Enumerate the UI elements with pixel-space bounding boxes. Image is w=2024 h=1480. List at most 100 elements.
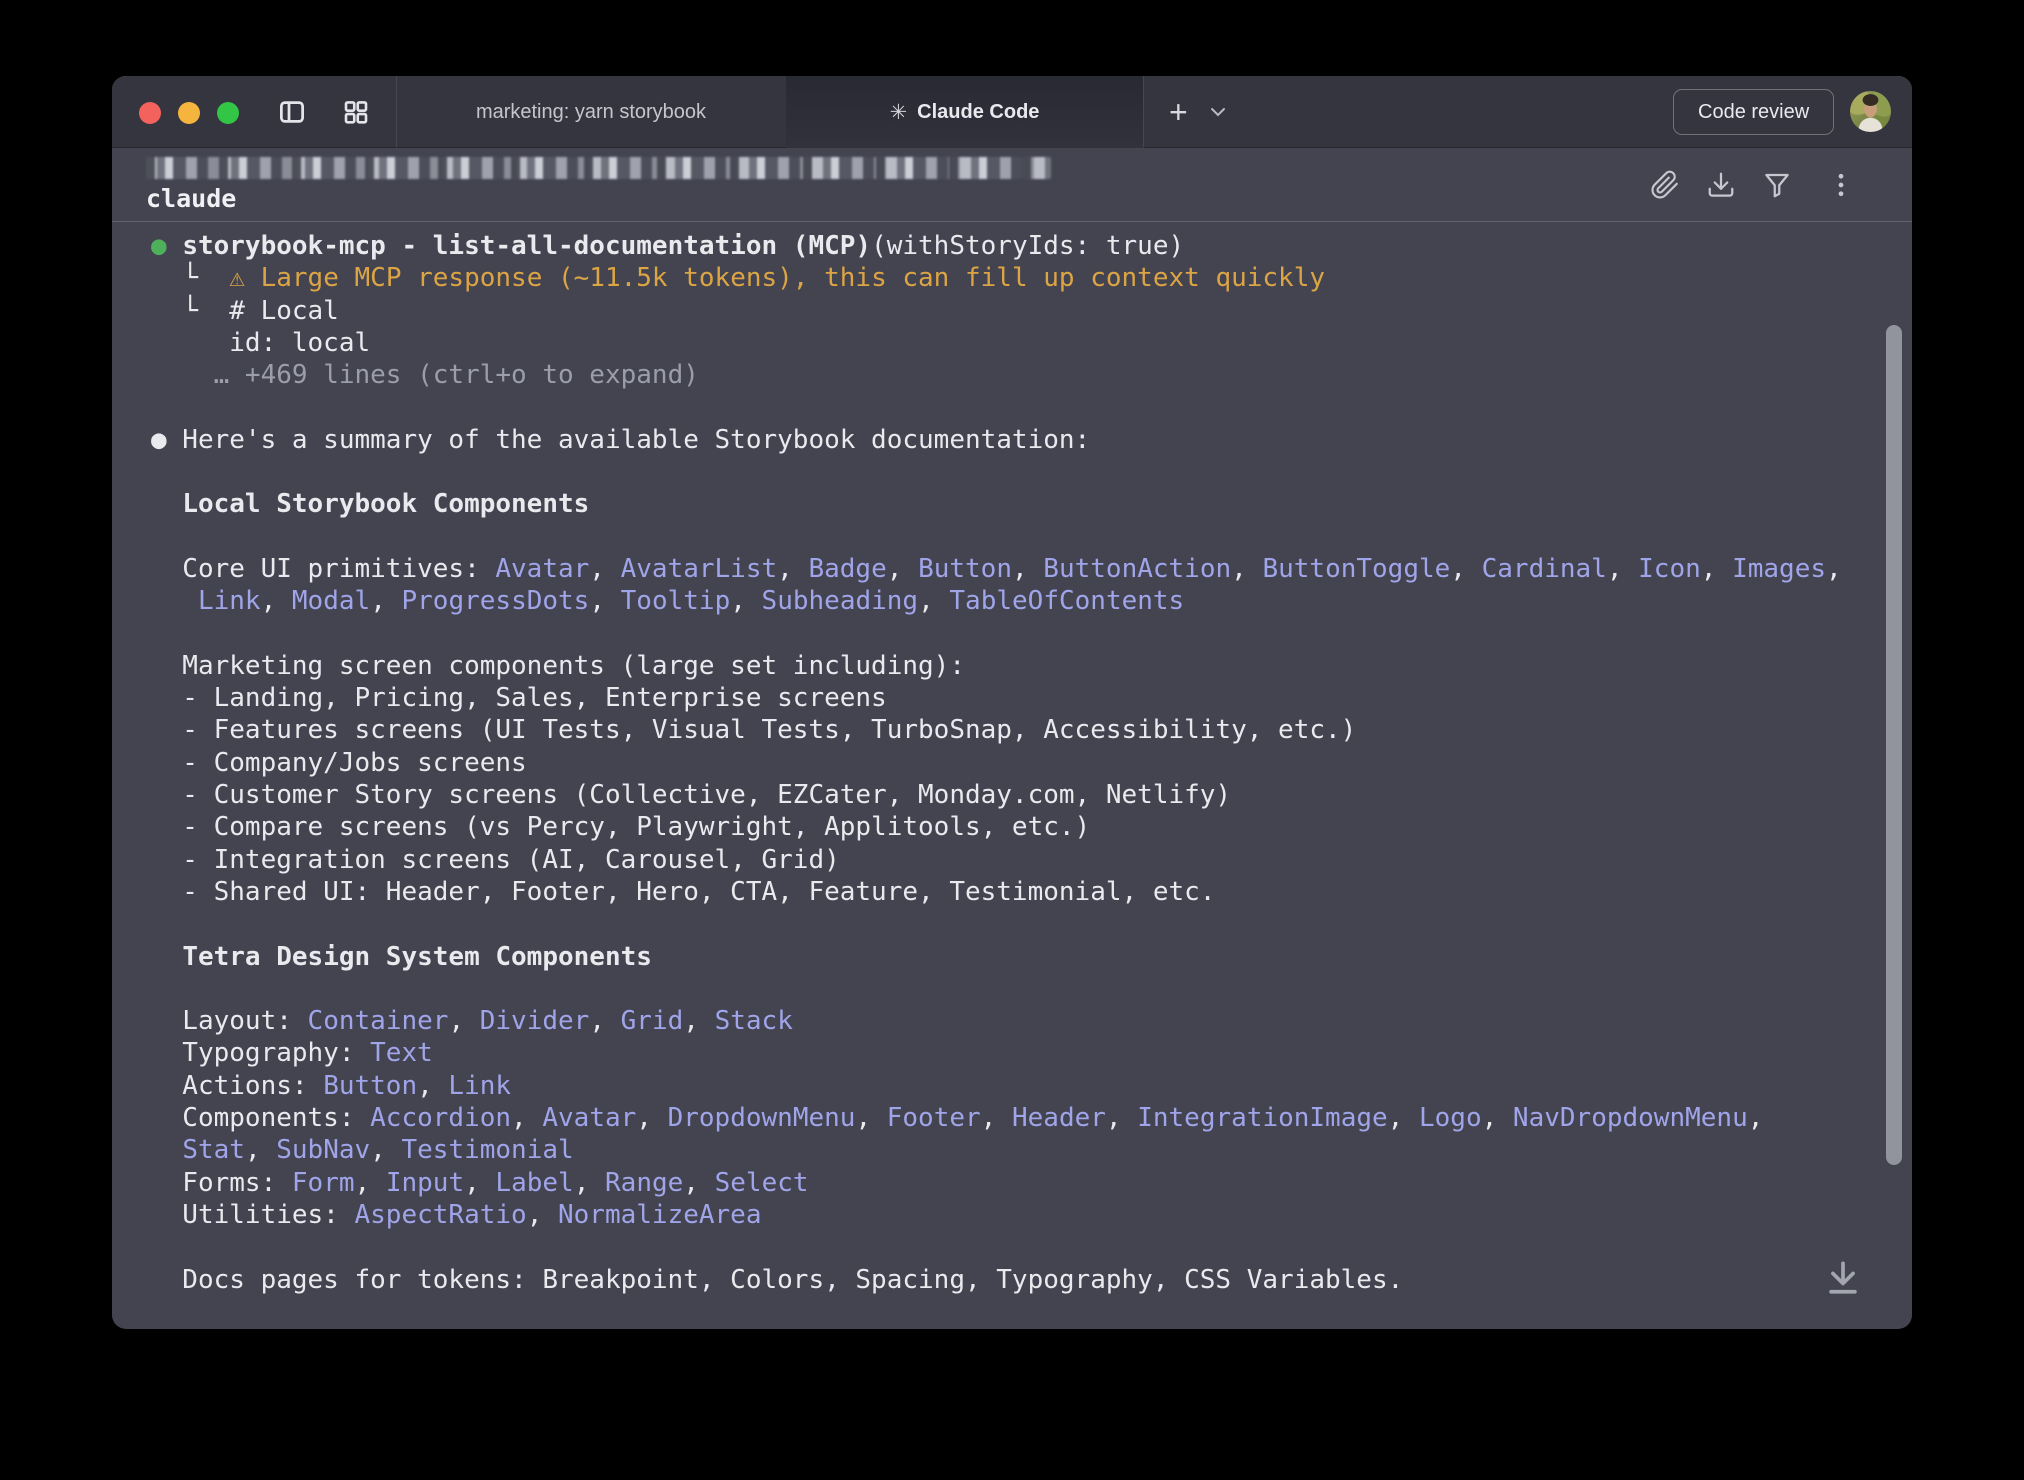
more-options-button[interactable] [1826,170,1856,200]
terminal-line: Docs pages for tokens: Breakpoint, Color… [151,1264,1872,1296]
minimize-button[interactable] [178,102,200,124]
component-link: TableOfContents [949,586,1184,616]
terminal-text: ⚠ Large MCP response (~11.5k tokens), th… [229,263,1325,293]
terminal-text [151,489,182,519]
component-link: Form [292,1168,355,1198]
tab-claude-code[interactable]: ✳ Claude Code [786,76,1143,148]
tab-list-button[interactable] [1210,105,1226,120]
terminal-text: , [527,1200,558,1230]
terminal-line: - Compare screens (vs Percy, Playwright,… [151,811,1872,843]
component-link: Tooltip [621,586,731,616]
component-link: Accordion [370,1103,511,1133]
terminal-text: , [589,554,620,584]
terminal-text: , [981,1103,1012,1133]
component-link: Button [323,1071,417,1101]
terminal-text: ● [151,231,182,261]
avatar[interactable] [1850,91,1891,132]
download-button[interactable] [1706,170,1736,200]
terminal-text: , [683,1006,714,1036]
sidebar-toggle-button[interactable] [277,97,307,127]
terminal-line: Marketing screen components (large set i… [151,650,1872,682]
component-link: Subheading [762,586,919,616]
terminal-line: Tetra Design System Components [151,941,1872,973]
scrollbar-thumb[interactable] [1886,325,1902,1165]
component-link: Badge [808,554,886,584]
terminal-text: , [1450,554,1481,584]
terminal-line: Layout: Container, Divider, Grid, Stack [151,1005,1872,1037]
terminal-line: - Landing, Pricing, Sales, Enterprise sc… [151,682,1872,714]
terminal-text: , [261,586,292,616]
terminal-line: - Customer Story screens (Collective, EZ… [151,779,1872,811]
session-header: claude [112,148,1912,222]
terminal-line: Link, Modal, ProgressDots, Tooltip, Subh… [151,585,1872,617]
scroll-to-bottom-button[interactable] [1821,1256,1865,1300]
terminal-line: └ # Local [151,295,1872,327]
terminal-line [151,973,1872,1005]
terminal-text: (withStoryIds: true) [871,231,1184,261]
component-link: Grid [621,1006,684,1036]
component-link: ButtonToggle [1262,554,1450,584]
tab-overview-button[interactable] [341,97,371,127]
component-link: Images [1732,554,1826,584]
terminal-text: , [1826,554,1842,584]
desktop: { "colors": { "window_bg": "#434450", "b… [0,0,2024,1480]
terminal-text: Docs pages for tokens: Breakpoint, Color… [151,1265,1403,1295]
terminal-line: Actions: Button, Link [151,1070,1872,1102]
close-button[interactable] [139,102,161,124]
terminal-text: - Customer Story screens (Collective, EZ… [151,780,1231,810]
terminal-line: id: local [151,327,1872,359]
terminal-text: , [370,586,401,616]
tab-label: marketing: yarn storybook [476,101,706,124]
terminal-text: Forms: [151,1168,292,1198]
terminal-text: Marketing screen components (large set i… [151,651,965,681]
terminal-text: Utilities: [151,1200,355,1230]
component-link: Logo [1419,1103,1482,1133]
terminal-text: , [1012,554,1043,584]
attach-button[interactable] [1650,170,1680,200]
terminal-text: - Shared UI: Header, Footer, Hero, CTA, … [151,877,1215,907]
component-link: Stat [182,1135,245,1165]
terminal-text: , [574,1168,605,1198]
terminal-text: , [589,1006,620,1036]
terminal-line [151,908,1872,940]
terminal-text: , [1106,1103,1137,1133]
component-link: Stack [715,1006,793,1036]
terminal-text: Tetra Design System Components [182,942,652,972]
terminal-text: , [1231,554,1262,584]
terminal-line: Typography: Text [151,1037,1872,1069]
component-link: Select [715,1168,809,1198]
terminal-text: Local Storybook Components [182,489,589,519]
arrow-down-to-line-icon [1821,1256,1865,1300]
terminal-text: Components: [151,1103,370,1133]
terminal-line: Core UI primitives: Avatar, AvatarList, … [151,553,1872,585]
terminal-text: … +469 lines (ctrl+o to expand) [214,360,699,390]
terminal-line: Local Storybook Components [151,488,1872,520]
tab-actions: + [1143,76,1226,148]
component-link: AspectRatio [355,1200,527,1230]
zoom-button[interactable] [217,102,239,124]
terminal-line: … +469 lines (ctrl+o to expand) [151,359,1872,391]
component-link: SubNav [276,1135,370,1165]
sidebar-toggle-icon [277,97,307,127]
terminal-text: - Compare screens (vs Percy, Playwright,… [151,812,1090,842]
terminal-text: , [1482,1103,1513,1133]
terminal-text: Core UI primitives: [151,554,495,584]
new-tab-button[interactable]: + [1169,96,1188,128]
terminal-line [151,618,1872,650]
terminal-text: , [448,1006,479,1036]
terminal-text: ● Here's a summary of the available Stor… [151,425,1090,455]
terminal-text: , [918,586,949,616]
terminal-text: , [589,586,620,616]
terminal-line: Stat, SubNav, Testimonial [151,1134,1872,1166]
filter-button[interactable] [1762,170,1792,200]
component-link: AvatarList [621,554,778,584]
component-link: Container [308,1006,449,1036]
component-link: Header [1012,1103,1106,1133]
code-review-button[interactable]: Code review [1673,89,1834,135]
tab-marketing-yarn-storybook[interactable]: marketing: yarn storybook [396,76,786,148]
component-link: Link [198,586,261,616]
terminal-text: , [1701,554,1732,584]
terminal-text: , [887,554,918,584]
component-link: Text [370,1038,433,1068]
terminal-text: , [855,1103,886,1133]
